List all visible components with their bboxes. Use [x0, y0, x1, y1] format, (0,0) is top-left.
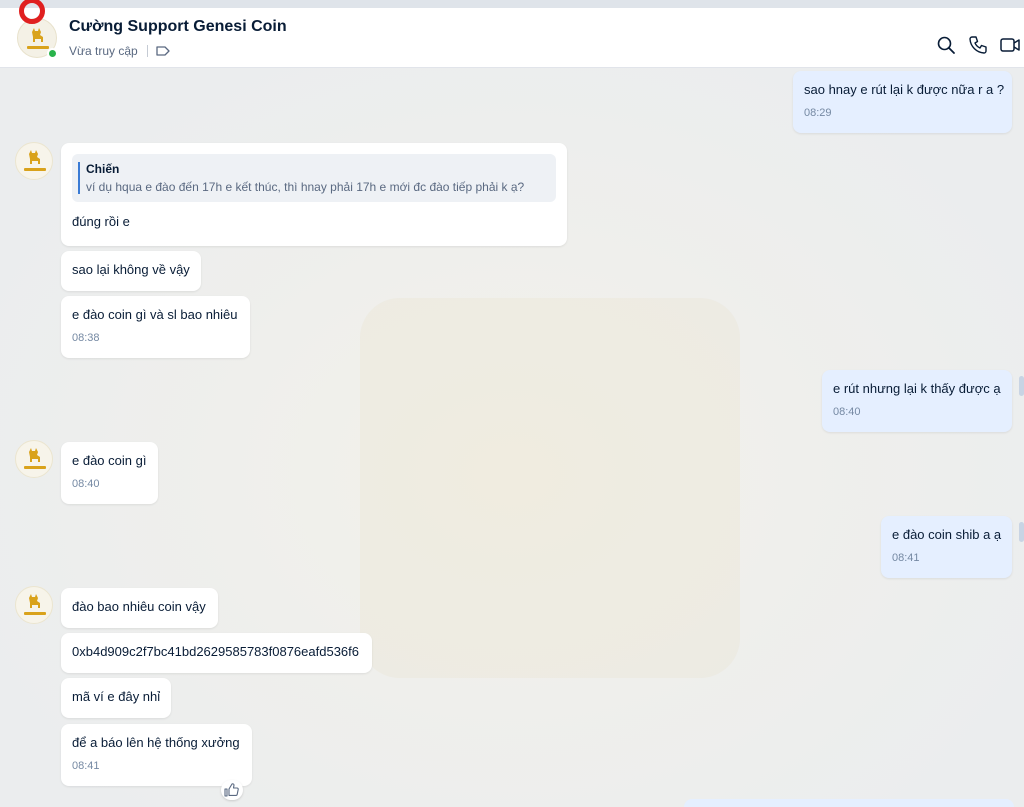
- phone-icon[interactable]: [967, 34, 989, 56]
- quote-text: ví dụ hqua e đào đến 17h e kết thúc, thì…: [86, 180, 525, 194]
- message-outgoing[interactable]: e rút nhưng lại k thấy được ạ 08:40: [822, 370, 1012, 432]
- sender-avatar[interactable]: [15, 440, 53, 478]
- contact-name[interactable]: Cường Support Genesi Coin: [69, 18, 287, 36]
- message-text: e đào coin shib a ạ: [892, 527, 1002, 542]
- sender-avatar[interactable]: [15, 142, 53, 180]
- quote-author: Chiến: [86, 162, 120, 176]
- video-call-icon[interactable]: [999, 34, 1021, 56]
- message-text: e đào coin gì và sl bao nhiêu: [72, 307, 238, 322]
- side-reaction-hint: [1019, 522, 1024, 542]
- online-status-dot: [47, 48, 58, 59]
- message-incoming[interactable]: đào bao nhiêu coin vậy: [61, 588, 218, 628]
- message-time: 08:29: [804, 107, 832, 119]
- message-text: đào bao nhiêu coin vậy: [72, 599, 206, 614]
- message-incoming-reply[interactable]: Chiến ví dụ hqua e đào đến 17h e kết thú…: [61, 143, 567, 246]
- message-time: 08:38: [72, 332, 100, 344]
- message-incoming[interactable]: e đào coin gì 08:40: [61, 442, 158, 504]
- message-text: đúng rồi e: [72, 214, 130, 229]
- sender-avatar[interactable]: [15, 586, 53, 624]
- message-incoming[interactable]: để a báo lên hệ thống xưởng 08:41: [61, 724, 252, 786]
- like-reaction-button[interactable]: [221, 780, 243, 800]
- like-icon: [224, 783, 239, 797]
- message-time: 08:40: [833, 406, 861, 418]
- message-incoming[interactable]: e đào coin gì và sl bao nhiêu 08:38: [61, 296, 250, 358]
- message-outgoing[interactable]: sao hnay e rút lại k được nữa r a ? 08:2…: [793, 71, 1012, 133]
- message-time: 08:41: [72, 760, 100, 772]
- message-incoming[interactable]: mã ví e đây nhỉ: [61, 678, 171, 718]
- message-incoming[interactable]: 0xb4d909c2f7bc41bd2629585783f0876eafd536…: [61, 633, 372, 673]
- contact-status: Vừa truy cập: [69, 44, 138, 58]
- tag-icon[interactable]: [155, 44, 171, 58]
- chat-header: Cường Support Genesi Coin Vừa truy cập: [0, 0, 1024, 68]
- message-time: 08:40: [72, 478, 100, 490]
- message-time: 08:41: [892, 552, 920, 564]
- message-text: e đào coin gì: [72, 453, 147, 468]
- quoted-message[interactable]: Chiến ví dụ hqua e đào đến 17h e kết thú…: [72, 154, 556, 202]
- status-divider: [147, 45, 148, 57]
- message-text: 0xb4d909c2f7bc41bd2629585783f0876eafd536…: [72, 644, 359, 659]
- message-text: sao lại không về vậy: [72, 262, 190, 277]
- window-top-strip: [0, 0, 1024, 8]
- message-text: để a báo lên hệ thống xưởng: [72, 735, 240, 750]
- message-outgoing-partial: [684, 799, 1014, 807]
- message-incoming[interactable]: sao lại không về vậy: [61, 251, 201, 291]
- message-outgoing[interactable]: e đào coin shib a ạ 08:41: [881, 516, 1012, 578]
- message-text: mã ví e đây nhỉ: [72, 689, 161, 704]
- side-reaction-hint: [1019, 376, 1024, 396]
- background-watermark: [360, 298, 740, 678]
- message-text: sao hnay e rút lại k được nữa r a ?: [804, 82, 1005, 97]
- search-icon[interactable]: [935, 34, 957, 56]
- message-text: e rút nhưng lại k thấy được ạ: [833, 381, 1001, 396]
